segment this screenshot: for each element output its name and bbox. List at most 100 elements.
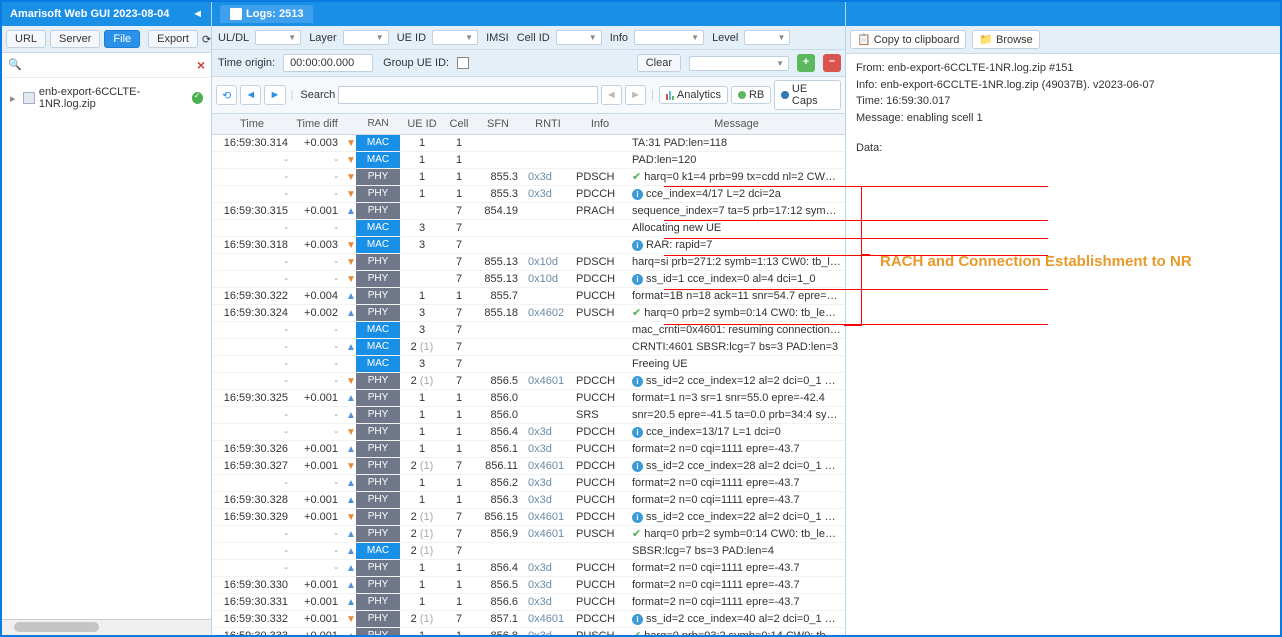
col-cell[interactable]: Cell [444, 114, 474, 134]
chevron-down-icon: ▼ [583, 33, 597, 42]
filter-imsi-label: IMSI [484, 32, 509, 44]
export-button[interactable]: Export [148, 30, 198, 48]
remove-icon[interactable]: – [823, 54, 841, 72]
group-ueid-checkbox[interactable] [457, 57, 469, 69]
table-row[interactable]: 16:59:30.329+0.001▼PHY2 (1)7856.150x4601… [212, 508, 845, 525]
table-row[interactable]: --▲MAC2 (1)7CRNTI:4601 SBSR:lcg=7 bs=3 P… [212, 338, 845, 355]
search-prev-icon[interactable]: ◄ [601, 85, 622, 105]
col-rnti[interactable]: RNTI [524, 114, 572, 134]
browse-button[interactable]: 📁 Browse [972, 30, 1039, 49]
chevron-down-icon: ▼ [685, 33, 699, 42]
clear-select[interactable]: ▼ [689, 56, 789, 71]
filter-ueid-select[interactable]: ▼ [432, 30, 478, 45]
table-row[interactable]: 16:59:30.327+0.001▼PHY2 (1)7856.110x4601… [212, 457, 845, 474]
col-info[interactable]: Info [572, 114, 628, 134]
downlink-icon: ▼ [346, 511, 356, 523]
table-row[interactable]: 16:59:30.314+0.003▼MAC11TA:31 PAD:len=11… [212, 134, 845, 151]
add-icon[interactable]: + [797, 54, 815, 72]
log-table: Time Time diff RAN UE ID Cell SFN RNTI I… [212, 114, 845, 635]
tab-url[interactable]: URL [6, 30, 46, 48]
table-row[interactable]: 16:59:30.325+0.001▲PHY11856.0PUCCHformat… [212, 389, 845, 406]
folder-icon: 📁 [979, 33, 993, 46]
browse-label: Browse [996, 34, 1033, 46]
uplink-icon: ▲ [346, 630, 356, 636]
table-row[interactable]: 16:59:30.326+0.001▲PHY11856.10x3dPUCCHfo… [212, 440, 845, 457]
filter-uldl-label: UL/DL [216, 32, 249, 44]
table-row[interactable]: --▼PHY2 (1)7856.50x4601PDCCHi ss_id=2 cc… [212, 372, 845, 389]
col-ran[interactable]: RAN [356, 114, 400, 134]
search-input[interactable] [338, 86, 597, 104]
left-search-row: 🔍 × [2, 53, 211, 78]
table-row[interactable]: --MAC37mac_crnti=0x4601: resuming connec… [212, 321, 845, 338]
table-row[interactable]: 16:59:30.318+0.003▼MAC37i RAR: rapid=7 [212, 236, 845, 253]
table-row[interactable]: 16:59:30.324+0.002▲PHY37855.180x4602PUSC… [212, 304, 845, 321]
right-panel: 📋 Copy to clipboard 📁 Browse From: enb-e… [845, 2, 1280, 635]
filter-info-select[interactable]: ▼ [634, 30, 704, 45]
col-ueid[interactable]: UE ID [400, 114, 444, 134]
filter-cellid-select[interactable]: ▼ [556, 30, 602, 45]
left-scrollbar[interactable] [2, 619, 211, 635]
table-row[interactable]: --▲PHY11856.40x3dPUCCHformat=2 n=0 cqi=1… [212, 559, 845, 576]
table-row[interactable]: 16:59:30.331+0.001▲PHY11856.60x3dPUCCHfo… [212, 593, 845, 610]
file-item[interactable]: ▸ enb-export-6CCLTE-1NR.log.zip [10, 84, 203, 112]
table-row[interactable]: --▼PHY7855.130x10dPDSCHharq=si prb=271:2… [212, 253, 845, 270]
table-row[interactable]: --▼PHY11856.40x3dPDCCHi cce_index=13/17 … [212, 423, 845, 440]
col-dir[interactable] [342, 114, 356, 134]
left-header: Amarisoft Web GUI 2023-08-04 ◄ [2, 2, 211, 26]
table-row[interactable]: --▼PHY11855.30x3dPDCCHi cce_index=4/17 L… [212, 185, 845, 202]
table-row[interactable]: 16:59:30.328+0.001▲PHY11856.30x3dPUCCHfo… [212, 491, 845, 508]
info-icon: i [632, 274, 643, 285]
table-row[interactable]: 16:59:30.322+0.004▲PHY11855.7PUCCHformat… [212, 287, 845, 304]
table-row[interactable]: --▲PHY11856.0SRSsnr=20.5 epre=-41.5 ta=0… [212, 406, 845, 423]
uplink-icon: ▲ [346, 409, 356, 421]
table-row[interactable]: 16:59:30.332+0.001▼PHY2 (1)7857.10x4601P… [212, 610, 845, 627]
table-row[interactable]: --▲PHY2 (1)7856.90x4601PUSCH✔ harq=0 prb… [212, 525, 845, 542]
downlink-icon: ▼ [346, 256, 356, 268]
ok-icon: ✔ [632, 171, 641, 183]
tab-file[interactable]: File [104, 30, 140, 48]
collapse-left-icon[interactable]: ◄ [192, 8, 203, 20]
table-row[interactable]: 16:59:30.315+0.001▲PHY7854.19PRACHsequen… [212, 202, 845, 219]
col-time[interactable]: Time [212, 114, 292, 134]
uplink-icon: ▲ [346, 443, 356, 455]
filter-uldl-select[interactable]: ▼ [255, 30, 301, 45]
filter-level-select[interactable]: ▼ [744, 30, 790, 45]
time-origin-input[interactable]: 00:00:00.000 [283, 54, 373, 72]
rb-button[interactable]: RB [731, 86, 771, 104]
refresh-icon[interactable]: ⟳ [202, 30, 211, 48]
table-row[interactable]: --▼PHY11855.30x3dPDSCH✔ harq=0 k1=4 prb=… [212, 168, 845, 185]
table-row[interactable]: --▲PHY11856.20x3dPUCCHformat=2 n=0 cqi=1… [212, 474, 845, 491]
log-table-wrap: Time Time diff RAN UE ID Cell SFN RNTI I… [212, 114, 845, 635]
col-diff[interactable]: Time diff [292, 114, 342, 134]
logs-tab[interactable]: Logs: 2513 [220, 5, 313, 23]
search-icon: 🔍 [8, 58, 22, 72]
chevron-down-icon: ▼ [282, 33, 296, 42]
refresh-icon[interactable]: ⟲ [216, 85, 237, 105]
search-label: Search [298, 89, 335, 101]
table-row[interactable]: --▼MAC11PAD:len=120 [212, 151, 845, 168]
search-next-icon[interactable]: ► [625, 85, 646, 105]
uecaps-button[interactable]: UE Caps [774, 80, 841, 110]
table-row[interactable]: 16:59:30.330+0.001▲PHY11856.50x3dPUCCHfo… [212, 576, 845, 593]
table-row[interactable]: --▼PHY7855.130x10dPDCCHi ss_id=1 cce_ind… [212, 270, 845, 287]
forward-icon[interactable]: ► [264, 85, 285, 105]
clear-search-icon[interactable]: × [197, 57, 205, 73]
back-icon[interactable]: ◄ [240, 85, 261, 105]
col-sfn[interactable]: SFN [474, 114, 524, 134]
uplink-icon: ▲ [346, 562, 356, 574]
downlink-icon: ▼ [346, 426, 356, 438]
analytics-button[interactable]: Analytics [659, 86, 728, 104]
time-label: Time: [856, 95, 883, 107]
tab-server[interactable]: Server [50, 30, 100, 48]
from-label: From: [856, 62, 885, 74]
table-row[interactable]: --MAC37Freeing UE [212, 355, 845, 372]
clear-button[interactable]: Clear [637, 54, 681, 72]
info-icon: i [632, 376, 643, 387]
filter-layer-select[interactable]: ▼ [343, 30, 389, 45]
table-row[interactable]: 16:59:30.333+0.001▲PHY11856.80x3dPUSCH✔ … [212, 627, 845, 635]
table-row[interactable]: --MAC37Allocating new UE [212, 219, 845, 236]
table-row[interactable]: --▲MAC2 (1)7SBSR:lcg=7 bs=3 PAD:len=4 [212, 542, 845, 559]
copy-button[interactable]: 📋 Copy to clipboard [850, 30, 966, 49]
col-msg[interactable]: Message [628, 114, 845, 134]
tree-toggle-icon[interactable]: ▸ [10, 92, 19, 105]
